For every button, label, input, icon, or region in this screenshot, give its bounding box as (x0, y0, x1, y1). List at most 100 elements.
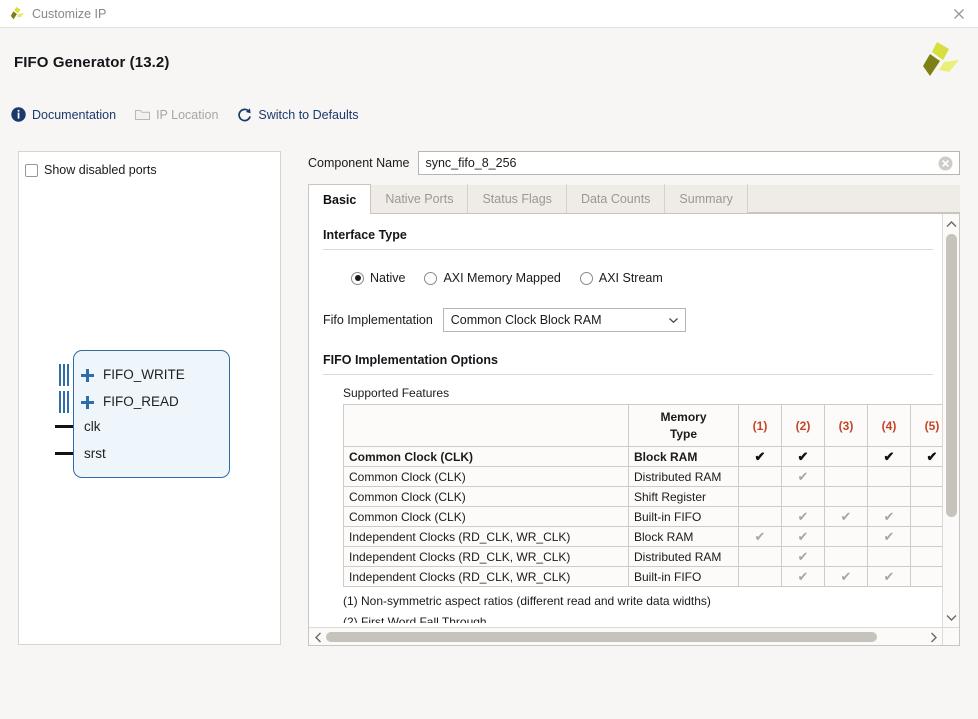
dialog-footer: https://blog.csdn.net/qq_40039876 OK Can… (0, 645, 978, 719)
tab-basic[interactable]: Basic (308, 184, 372, 214)
cell-clock: Common Clock (CLK) (343, 446, 629, 467)
cell-feature-1 (738, 486, 782, 507)
memory-type-line1: Memory (660, 410, 707, 425)
footnote-1: (1) Non-symmetric aspect ratios (differe… (343, 594, 711, 608)
pin-line-srst (55, 452, 73, 455)
close-icon[interactable] (950, 5, 968, 23)
cell-clock: Independent Clocks (RD_CLK, WR_CLK) (343, 526, 629, 547)
check-icon: ✔ (797, 528, 809, 544)
cell-memory-type: Block RAM (628, 526, 739, 547)
fifo-implementation-select[interactable]: Common Clock Block RAM (442, 308, 686, 332)
switch-to-defaults-button[interactable]: Switch to Defaults (236, 106, 358, 123)
config-panel: Component Name Basic Native Ports Status… (308, 150, 960, 646)
cell-feature-3 (824, 546, 868, 567)
table-row[interactable]: Independent Clocks (RD_CLK, WR_CLK) Built… (343, 566, 954, 587)
radio-axi-stream[interactable]: AXI Stream (579, 271, 663, 285)
cell-feature-4: ✔ (867, 446, 911, 467)
cell-feature-3: ✔ (824, 566, 868, 587)
cell-feature-2: ✔ (781, 566, 825, 587)
chevron-left-icon[interactable] (314, 632, 323, 643)
vertical-scroll-thumb[interactable] (946, 234, 957, 517)
table-row[interactable]: Common Clock (CLK) Shift Register (343, 486, 954, 507)
tab-summary[interactable]: Summary (665, 184, 748, 213)
column-memory-type: Memory Type (628, 404, 739, 447)
chevron-down-icon[interactable] (946, 613, 957, 622)
cell-feature-1 (738, 506, 782, 527)
pin-line-clk (55, 425, 73, 428)
check-icon: ✔ (840, 508, 852, 524)
radio-native[interactable]: Native (351, 271, 405, 285)
chevron-right-icon[interactable] (929, 632, 938, 643)
clear-circle-icon[interactable] (937, 155, 954, 172)
port-label-clk: clk (84, 419, 101, 434)
radio-indicator (424, 271, 438, 285)
vertical-scrollbar[interactable] (942, 214, 959, 628)
cell-feature-2: ✔ (781, 546, 825, 567)
column-feature-1: (1) (738, 404, 782, 447)
check-icon: ✔ (883, 528, 895, 544)
tab-data-counts[interactable]: Data Counts (567, 184, 666, 213)
ip-location-button[interactable]: IP Location (134, 106, 218, 123)
fifo-implementation-value: Common Clock Block RAM (450, 313, 602, 327)
cell-feature-1 (738, 466, 782, 487)
check-icon: ✔ (926, 448, 938, 464)
table-row[interactable]: Independent Clocks (RD_CLK, WR_CLK) Distr… (343, 546, 954, 567)
table-row[interactable]: Common Clock (CLK) Block RAM ✔ ✔ ✔ ✔ (343, 446, 954, 467)
radio-axi-memory-mapped[interactable]: AXI Memory Mapped (424, 271, 561, 285)
check-icon: ✔ (883, 568, 895, 584)
tab-native-ports[interactable]: Native Ports (371, 184, 469, 213)
table-row[interactable]: Common Clock (CLK) Built-in FIFO ✔ ✔ ✔ (343, 506, 954, 527)
check-icon: ✔ (797, 568, 809, 584)
component-name-input[interactable] (419, 152, 959, 174)
cell-feature-1 (738, 566, 782, 587)
plus-icon[interactable] (81, 369, 94, 382)
plus-icon[interactable] (81, 396, 94, 409)
cell-clock: Common Clock (CLK) (343, 466, 629, 487)
table-body: Common Clock (CLK) Block RAM ✔ ✔ ✔ ✔ Common Cl… (343, 446, 954, 587)
tab-basic-label: Basic (323, 192, 357, 207)
cell-feature-4 (867, 486, 911, 507)
horizontal-scroll-thumb[interactable] (326, 632, 877, 642)
component-name-field[interactable] (418, 151, 960, 175)
dialog-header: FIFO Generator (13.2) Documentation IP L… (0, 28, 978, 134)
check-icon: ✔ (754, 528, 766, 544)
cell-feature-4: ✔ (867, 506, 911, 527)
ip-location-label: IP Location (156, 107, 219, 122)
cell-feature-2 (781, 486, 825, 507)
column-feature-3: (3) (824, 404, 868, 447)
radio-axi-memory-mapped-label: AXI Memory Mapped (443, 271, 561, 285)
port-label-srst: srst (84, 446, 106, 461)
cell-feature-1: ✔ (738, 446, 782, 467)
switch-to-defaults-label: Switch to Defaults (258, 107, 359, 122)
cell-clock: Independent Clocks (RD_CLK, WR_CLK) (343, 546, 629, 567)
bus-marker-fifo-write (59, 364, 70, 386)
section-divider (323, 249, 933, 250)
supported-features-label: Supported Features (343, 386, 450, 400)
documentation-button[interactable]: Documentation (10, 106, 116, 123)
column-feature-4: (4) (867, 404, 911, 447)
chevron-up-icon[interactable] (946, 220, 957, 229)
component-name-label: Component Name (308, 156, 410, 170)
table-row[interactable]: Common Clock (CLK) Distributed RAM ✔ (343, 466, 954, 487)
cell-memory-type: Built-in FIFO (628, 566, 739, 587)
tab-native-ports-label: Native Ports (385, 191, 454, 206)
tab-status-flags[interactable]: Status Flags (468, 184, 567, 213)
horizontal-scrollbar[interactable] (309, 627, 943, 645)
memory-type-line2: Type (669, 426, 698, 441)
check-icon: ✔ (754, 448, 766, 464)
radio-indicator (579, 271, 593, 285)
cell-feature-4 (867, 546, 911, 567)
page-title: FIFO Generator (13.2) (14, 54, 170, 71)
cell-memory-type: Built-in FIFO (628, 506, 739, 527)
check-icon: ✔ (883, 448, 895, 464)
folder-icon (135, 110, 151, 120)
radio-indicator (351, 271, 364, 285)
table-row[interactable]: Independent Clocks (RD_CLK, WR_CLK) Block… (343, 526, 954, 547)
scrollbar-corner (942, 627, 959, 645)
cell-feature-3 (824, 486, 868, 507)
xilinx-logo-icon (10, 6, 25, 19)
cell-feature-3 (824, 446, 868, 467)
cell-memory-type: Distributed RAM (628, 466, 739, 487)
cell-feature-4: ✔ (867, 526, 911, 547)
check-icon: ✔ (797, 448, 809, 464)
